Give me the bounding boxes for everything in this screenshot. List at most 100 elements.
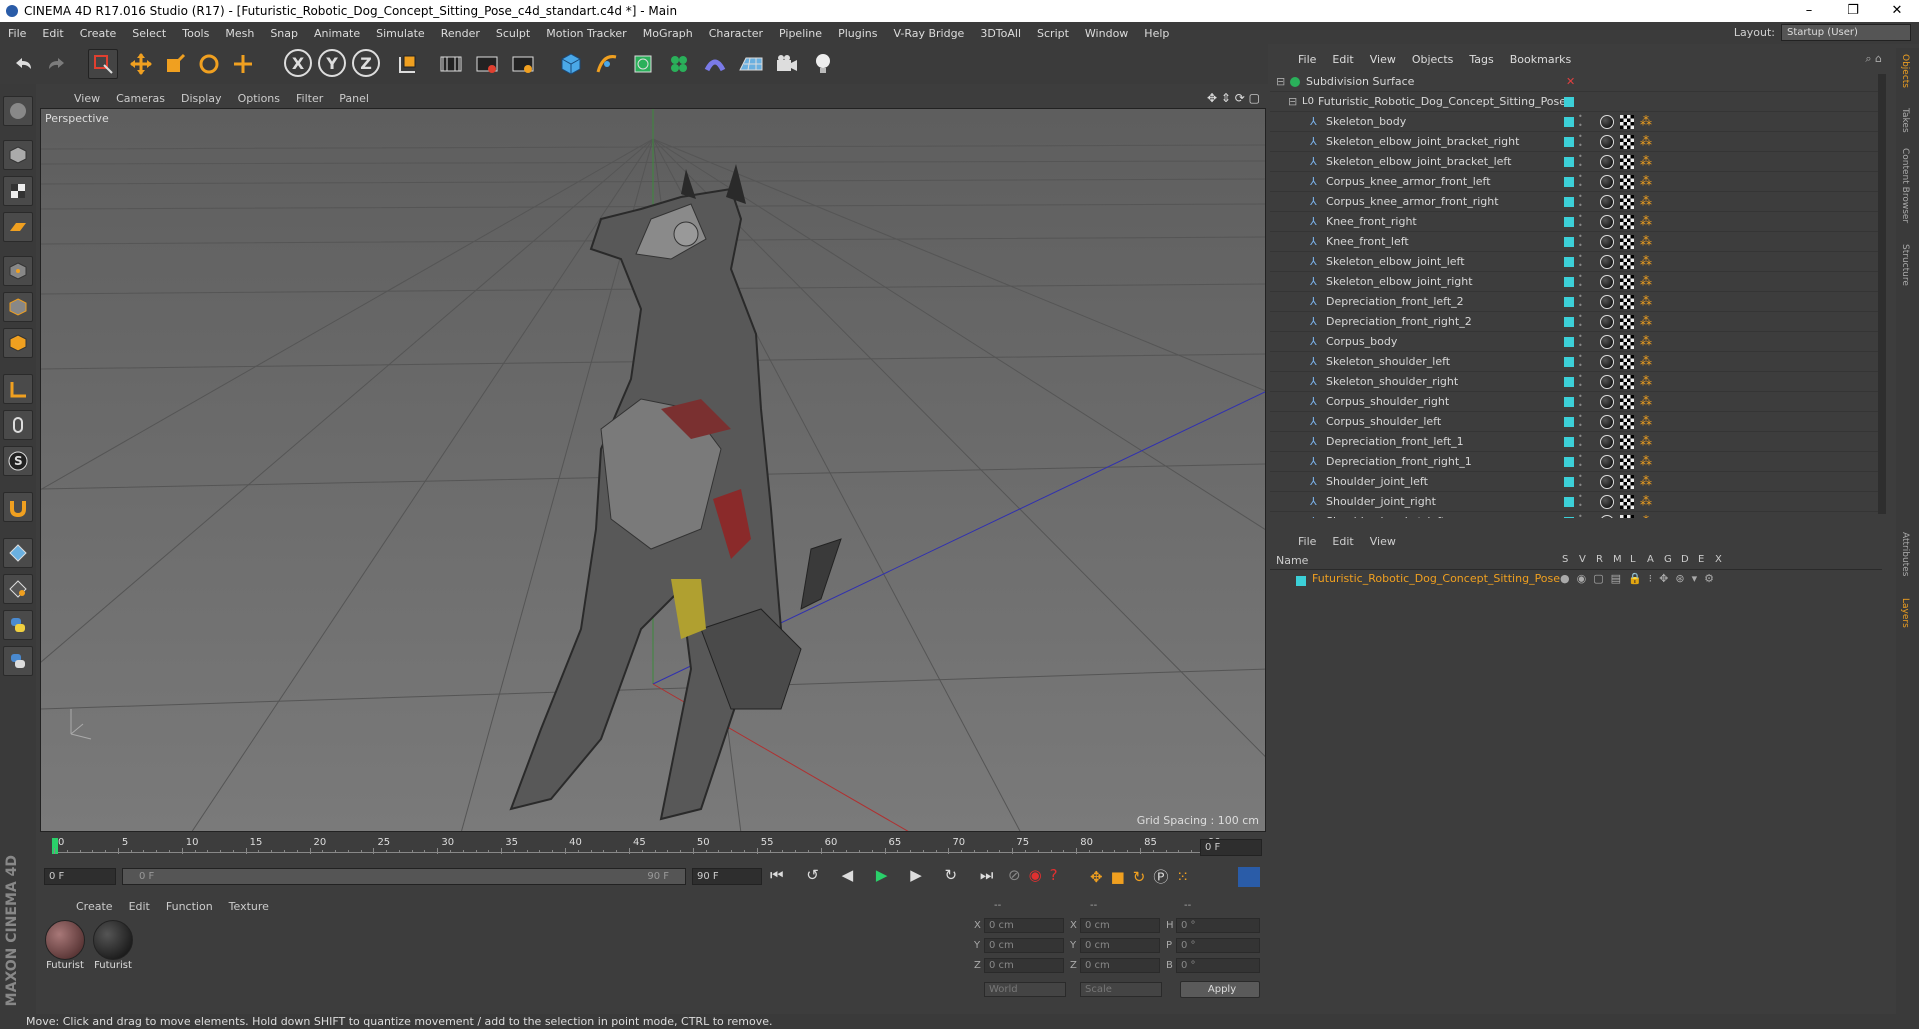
phong-tag-icon[interactable]: ⁂	[1640, 312, 1652, 331]
menu-script[interactable]: Script	[1029, 27, 1077, 40]
tab-objects[interactable]: Objects	[1900, 54, 1910, 88]
visibility-dots-icon[interactable]: ••	[1578, 472, 1583, 490]
phong-tag-icon[interactable]: ⁂	[1640, 472, 1652, 491]
camera-icon[interactable]	[772, 49, 802, 79]
coordinate-system-icon[interactable]	[392, 49, 422, 79]
texture-tag-icon[interactable]	[1620, 315, 1634, 329]
viewport-menu-view[interactable]: View	[66, 92, 108, 105]
render-picture-viewer-icon[interactable]	[472, 49, 502, 79]
layer-menu-view[interactable]: View	[1362, 535, 1404, 548]
material-tag-icon[interactable]	[1600, 515, 1614, 518]
object-row[interactable]: ⅄ Knee_front_right • • ⁂	[1270, 212, 1880, 232]
material-tag-icon[interactable]	[1600, 115, 1614, 129]
menu-tools[interactable]: Tools	[174, 27, 217, 40]
layer-column-header[interactable]: V	[1579, 554, 1586, 565]
texture-tag-icon[interactable]	[1620, 495, 1634, 509]
material-tag-icon[interactable]	[1600, 235, 1614, 249]
object-row[interactable]: ⅄ Skeleton_elbow_joint_left • • ⁂	[1270, 252, 1880, 272]
phong-tag-icon[interactable]: ⁂	[1640, 272, 1652, 291]
texture-tag-icon[interactable]	[1620, 215, 1634, 229]
object-row[interactable]: ⅄ Corpus_body • • ⁂	[1270, 332, 1880, 352]
object-row[interactable]: ⅄ Depreciation_front_right_2 • • ⁂	[1270, 312, 1880, 332]
position-z-field[interactable]: 0 cm	[984, 958, 1064, 973]
texture-tag-icon[interactable]	[1620, 455, 1634, 469]
visibility-dots-icon[interactable]: ••	[1578, 232, 1583, 250]
y-axis-toggle[interactable]: Y	[318, 49, 346, 77]
material-tag-icon[interactable]	[1600, 435, 1614, 449]
material-tag-icon[interactable]	[1600, 475, 1614, 489]
phong-tag-icon[interactable]: ⁂	[1640, 512, 1652, 518]
material-tag-icon[interactable]	[1600, 295, 1614, 309]
layer-row[interactable]: Futuristic_Robotic_Dog_Concept_Sitting_P…	[1270, 572, 1882, 590]
deformer-icon[interactable]	[700, 49, 730, 79]
tab-attributes[interactable]: Attributes	[1900, 532, 1910, 576]
viewport-menu-panel[interactable]: Panel	[331, 92, 377, 105]
texture-tag-icon[interactable]	[1620, 135, 1634, 149]
expand-icon[interactable]: ⊟	[1288, 92, 1297, 111]
menu-simulate[interactable]: Simulate	[368, 27, 433, 40]
layer-column-header[interactable]: R	[1596, 554, 1603, 565]
menu-character[interactable]: Character	[701, 27, 771, 40]
undo-icon[interactable]	[8, 49, 38, 79]
menu-mograph[interactable]: MoGraph	[635, 27, 701, 40]
object-row[interactable]: ⅄ Skeleton_shoulder_right • • ⁂	[1270, 372, 1880, 392]
visibility-dots-icon[interactable]: ••	[1578, 152, 1583, 170]
points-mode-icon[interactable]	[3, 256, 33, 286]
apply-button[interactable]: Apply	[1180, 981, 1260, 998]
menu-create[interactable]: Create	[72, 27, 125, 40]
visibility-dots-icon[interactable]: ••	[1578, 292, 1583, 310]
phong-tag-icon[interactable]: ⁂	[1640, 212, 1652, 231]
texture-tag-icon[interactable]	[1620, 335, 1634, 349]
viewport-menu-cameras[interactable]: Cameras	[108, 92, 173, 105]
phong-tag-icon[interactable]: ⁂	[1640, 132, 1652, 151]
texture-tag-icon[interactable]	[1620, 475, 1634, 489]
end-frame-field[interactable]: 90 F	[692, 868, 762, 885]
object-scrollbar[interactable]	[1878, 74, 1886, 514]
close-button[interactable]: ✕	[1875, 0, 1919, 22]
menu-file[interactable]: File	[0, 27, 34, 40]
maximize-button[interactable]: ❐	[1831, 0, 1875, 22]
visibility-dots-icon[interactable]: ••	[1578, 412, 1583, 430]
layer-column-header[interactable]: G	[1664, 554, 1672, 565]
material-tag-icon[interactable]	[1600, 395, 1614, 409]
expand-icon[interactable]: ⊟	[1276, 72, 1285, 91]
visibility-dots-icon[interactable]: ••	[1578, 272, 1583, 290]
rotation-p-field[interactable]: 0 °	[1176, 938, 1260, 953]
tab-layers[interactable]: Layers	[1900, 598, 1910, 628]
layout-select[interactable]: Startup (User)	[1781, 24, 1911, 41]
obj-menu-edit[interactable]: Edit	[1324, 53, 1361, 66]
layer-menu-edit[interactable]: Edit	[1324, 535, 1361, 548]
visibility-dots-icon[interactable]: ••	[1578, 172, 1583, 190]
menu-window[interactable]: Window	[1077, 27, 1136, 40]
rotation-h-field[interactable]: 0 °	[1176, 918, 1260, 933]
material-tag-icon[interactable]	[1600, 175, 1614, 189]
minimize-button[interactable]: –	[1787, 0, 1831, 22]
layer-column-header[interactable]: D	[1681, 554, 1689, 565]
texture-tag-icon[interactable]	[1620, 395, 1634, 409]
material-tag-icon[interactable]	[1600, 155, 1614, 169]
menu-edit[interactable]: Edit	[34, 27, 71, 40]
visibility-dots-icon[interactable]: ••	[1578, 112, 1583, 130]
object-row[interactable]: ⅄ Shoulder_joint_right • • ⁂	[1270, 492, 1880, 512]
phong-tag-icon[interactable]: ⁂	[1640, 152, 1652, 171]
timeline-ruler[interactable]: 051015202530354045505560657075808590 0 F	[40, 836, 1266, 860]
material-tag-icon[interactable]	[1600, 455, 1614, 469]
menu-render[interactable]: Render	[433, 27, 488, 40]
menu-snap[interactable]: Snap	[262, 27, 306, 40]
phong-tag-icon[interactable]: ⁂	[1640, 372, 1652, 391]
material-tag-icon[interactable]	[1600, 375, 1614, 389]
scale-tool-icon[interactable]	[160, 49, 190, 79]
coord-scale-select[interactable]: Scale	[1080, 982, 1162, 997]
object-row[interactable]: ⅄ Depreciation_front_right_1 • • ⁂	[1270, 452, 1880, 472]
x-axis-toggle[interactable]: X	[284, 49, 312, 77]
playback-controls[interactable]: ⏮ ↺ ◀ ▶ ▶ ↻ ⏭	[770, 866, 1002, 884]
texture-tag-icon[interactable]	[1620, 175, 1634, 189]
material-tag-icon[interactable]	[1600, 255, 1614, 269]
object-row[interactable]: ⅄ Corpus_knee_armor_front_left • • ⁂	[1270, 172, 1880, 192]
timeline-toggle-icon[interactable]	[1238, 867, 1260, 887]
visibility-dots-icon[interactable]: ••	[1578, 212, 1583, 230]
object-row[interactable]: ⅄ Shoulder_bracket_left •• ⁂	[1270, 512, 1880, 518]
mat-menu-edit[interactable]: Edit	[121, 900, 158, 913]
grid-lock-icon[interactable]	[3, 574, 33, 604]
size-z-field[interactable]: 0 cm	[1080, 958, 1160, 973]
